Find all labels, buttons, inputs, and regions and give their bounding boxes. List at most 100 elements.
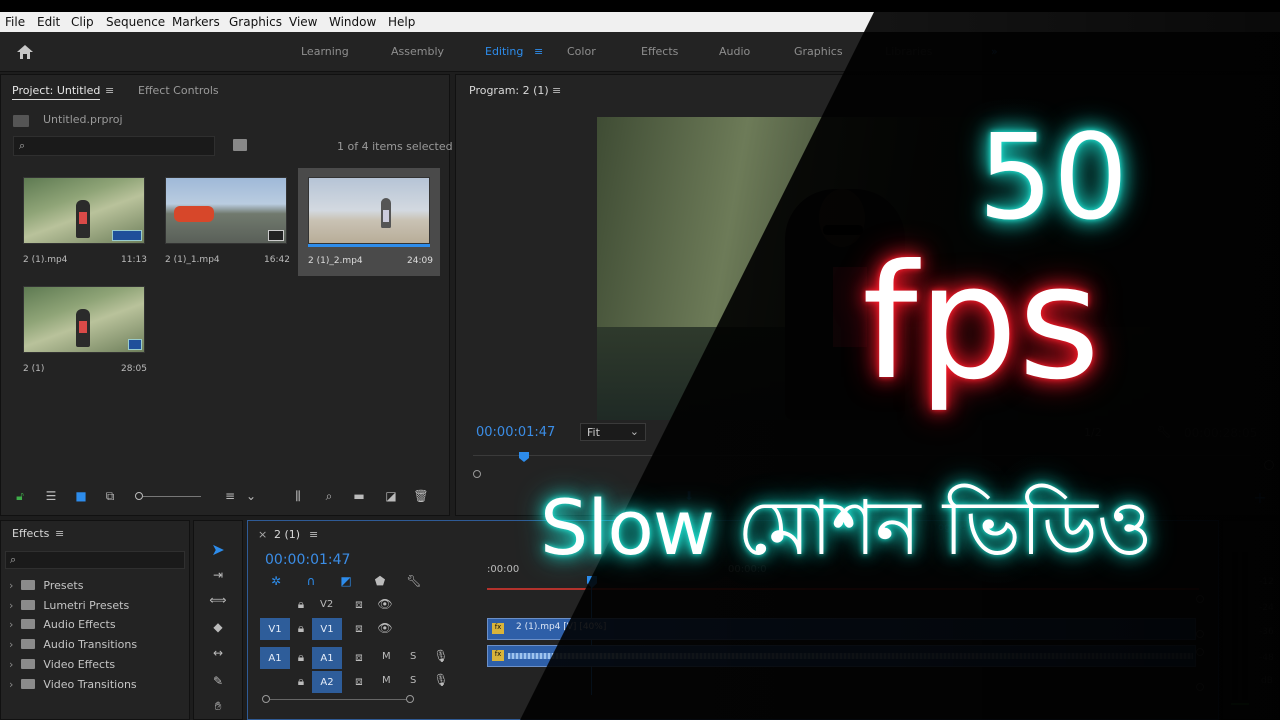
scrubber-track[interactable] [473,455,1273,456]
source-patch-v1[interactable]: V1 [260,618,290,640]
effects-search-input[interactable]: ⌕ [5,551,185,569]
workspace-graphics[interactable]: Graphics [794,45,843,58]
scrubber-end-handle[interactable] [1264,460,1274,470]
home-icon[interactable] [14,42,36,62]
project-item[interactable]: 2 (1)_1.mp4 16:42 [155,170,296,270]
linked-selection-icon[interactable]: ◩ [338,573,354,589]
lock-icon[interactable]: 🔒︎ [294,621,308,635]
new-search-bin-icon[interactable] [233,139,247,151]
solo-button[interactable]: S [410,675,416,686]
mute-button[interactable]: M [382,675,391,686]
effects-folder-audio-transitions[interactable]: › Audio Transitions [9,638,137,651]
tab-effect-controls[interactable]: Effect Controls [138,84,219,97]
track-scroll-handle[interactable] [1196,595,1204,603]
find-icon[interactable]: ⌕ [321,489,337,503]
program-menu-icon[interactable]: ≡ [552,84,561,97]
effects-folder-video-transitions[interactable]: › Video Transitions [9,678,137,691]
effects-menu-icon[interactable]: ≡ [55,527,64,540]
timeline-menu-icon[interactable]: ≡ [309,528,318,541]
video-clip-v1[interactable]: fx 2 (1).mp4 [V] [40%] [487,618,1196,640]
zoom-slider-handle[interactable] [135,492,143,500]
wrench-icon[interactable]: 🔧︎ [1156,424,1172,440]
microphone-icon[interactable]: 🎙︎ [433,673,448,687]
workspace-libraries[interactable]: Libraries [885,45,933,58]
hand-tool-icon[interactable]: ✋︎ [208,697,228,715]
zoom-slider-track[interactable] [143,496,201,497]
pen-tool-icon[interactable]: ✎ [208,672,228,690]
timeline-timecode[interactable]: 00:00:01:47 [265,552,350,568]
microphone-icon[interactable]: 🎙︎ [433,649,448,663]
menu-edit[interactable]: Edit [37,15,60,29]
sync-lock-icon[interactable]: ⧈ [352,621,366,635]
track-a2-target[interactable]: A2 [312,671,342,693]
list-view-icon[interactable]: ☰ [43,489,59,503]
effects-folder-audio-effects[interactable]: › Audio Effects [9,618,116,631]
effects-folder-presets[interactable]: › Presets [9,579,83,592]
eye-icon[interactable]: 👁︎ [377,597,392,611]
track-v1-target[interactable]: V1 [312,618,342,640]
audio-clip-a1[interactable]: fx [487,645,1196,667]
track-scroll-handle[interactable] [1196,630,1204,638]
lock-icon[interactable]: 🔒︎ [294,597,308,611]
nest-icon[interactable]: ✲ [268,573,284,589]
icon-view-icon[interactable]: ■ [73,489,89,503]
zoom-scroll-end[interactable] [406,695,414,703]
menu-clip[interactable]: Clip [71,15,94,29]
button-editor-plus-icon[interactable]: + [1252,488,1268,507]
scrubber-playhead[interactable] [519,452,529,462]
lock-icon[interactable]: 🔓︎ [13,489,27,503]
project-search-input[interactable]: ⌕ [13,136,215,156]
timeline-settings-wrench-icon[interactable]: 🔧︎ [406,573,422,589]
sync-lock-icon[interactable]: ⧈ [352,597,366,611]
fit-select[interactable]: Fit ⌄ [580,423,646,441]
automate-to-sequence-icon[interactable]: ⫼ [289,489,307,503]
project-item[interactable]: 2 (1) 28:05 [13,280,154,380]
program-playhead-timecode[interactable]: 00:00:01:47 [476,425,555,440]
workspace-more-icon[interactable]: » [991,45,998,58]
workspace-effects[interactable]: Effects [641,45,678,58]
workspace-editing-menu-icon[interactable]: ≡ [534,45,543,58]
lock-icon[interactable]: 🔒︎ [294,674,308,688]
track-select-tool-icon[interactable]: ⇥ [208,566,228,584]
project-item[interactable]: 2 (1).mp4 11:13 [13,170,154,270]
solo-button[interactable]: S [410,651,416,662]
trash-icon[interactable]: 🗑︎ [413,489,429,503]
slip-tool-icon[interactable]: ↔ [208,644,228,662]
effects-folder-video-effects[interactable]: › Video Effects [9,658,115,671]
track-a1-target[interactable]: A1 [312,647,342,669]
zoom-scroll-bar[interactable] [270,699,406,700]
timeline-tab[interactable]: 2 (1) [274,528,300,541]
menu-window[interactable]: Window [329,15,376,29]
razor-tool-icon[interactable]: ◆ [208,618,228,636]
zoom-scroll-start[interactable] [262,695,270,703]
new-item-icon[interactable]: ◪ [383,489,399,503]
lock-icon[interactable]: 🔒︎ [294,650,308,664]
freeform-view-icon[interactable]: ⧉ [101,489,119,503]
add-marker-icon[interactable]: ⬇ [682,489,696,503]
track-scroll-handle[interactable] [1196,648,1204,656]
effects-folder-lumetri-presets[interactable]: › Lumetri Presets [9,599,129,612]
scrubber-start-handle[interactable] [473,470,481,478]
project-item-selected[interactable]: 2 (1)_2.mp4 24:09 [298,168,440,276]
source-patch-a1[interactable]: A1 [260,647,290,669]
ripple-edit-tool-icon[interactable]: ⟺ [208,591,228,609]
add-marker-icon[interactable]: ⬟ [372,573,388,589]
tab-project[interactable]: Project: Untitled [12,84,101,100]
resolution-select[interactable]: 1/2 [1084,426,1102,439]
menu-help[interactable]: Help [388,15,415,29]
track-scroll-handle[interactable] [1196,683,1204,691]
timeline-playhead[interactable] [587,576,597,588]
workspace-editing[interactable]: Editing [485,45,523,58]
work-area-bar[interactable] [487,588,1199,590]
workspace-learning[interactable]: Learning [301,45,349,58]
mute-button[interactable]: M [382,651,391,662]
project-menu-icon[interactable]: ≡ [105,84,114,97]
menu-view[interactable]: View [289,15,317,29]
eye-icon[interactable]: 👁︎ [377,621,392,635]
program-video-frame[interactable] [597,117,1150,420]
sort-icon[interactable]: ≡ [221,489,239,503]
sync-lock-icon[interactable]: ⧈ [352,674,366,688]
menu-markers[interactable]: Markers [172,15,220,29]
workspace-assembly[interactable]: Assembly [391,45,444,58]
selection-tool-icon[interactable]: ➤ [208,539,228,559]
